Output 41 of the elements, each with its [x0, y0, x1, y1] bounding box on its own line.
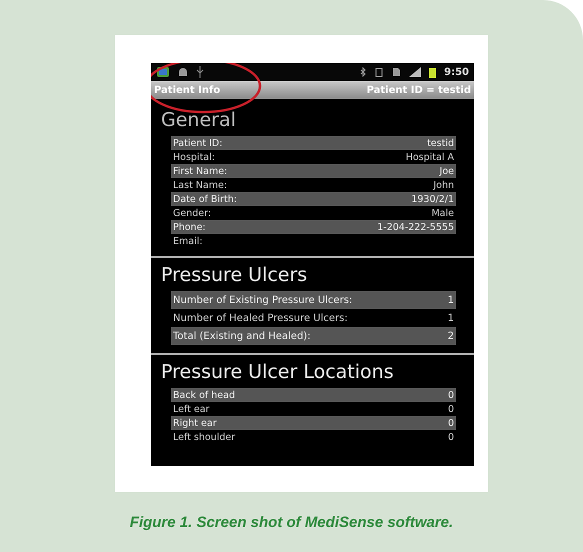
- clock-time: 9:50: [444, 66, 469, 78]
- field-label: Total (Existing and Healed):: [173, 330, 311, 342]
- field-value: 2: [448, 330, 454, 342]
- field-value: 1-204-222-5555: [377, 222, 454, 232]
- field-value: 0: [448, 390, 454, 400]
- field-label: Last Name:: [173, 180, 228, 190]
- field-value: 1: [448, 294, 454, 306]
- field-label: Gender:: [173, 208, 212, 218]
- signal-icon: [409, 67, 422, 77]
- usb-icon: [196, 66, 204, 78]
- field-label: Date of Birth:: [173, 194, 237, 204]
- field-value: 0: [448, 404, 454, 414]
- section-heading: Pressure Ulcer Locations: [160, 361, 395, 383]
- field-label: Number of Healed Pressure Ulcers:: [173, 312, 348, 324]
- field-value: Hospital A: [406, 152, 454, 162]
- screen-title: Patient Info: [154, 84, 220, 96]
- section-heading: General: [160, 109, 237, 131]
- field-label: Left shoulder: [173, 432, 236, 442]
- field-label: Number of Existing Pressure Ulcers:: [173, 294, 352, 306]
- section-heading: Pressure Ulcers: [160, 264, 308, 286]
- field-value: testid: [427, 138, 454, 148]
- field-value: John: [433, 180, 454, 190]
- field-label: Patient ID:: [173, 138, 222, 148]
- sim-icon: [392, 67, 402, 77]
- field-label: First Name:: [173, 166, 228, 176]
- field-label: Phone:: [173, 222, 206, 232]
- field-label: Back of head: [173, 390, 235, 400]
- bluetooth-icon: [360, 67, 366, 77]
- field-label: Right ear: [173, 418, 217, 428]
- field-value: 0: [448, 418, 454, 428]
- battery-icon: [429, 66, 436, 78]
- field-value: Male: [431, 208, 454, 218]
- patient-id-label: Patient ID = testid: [366, 84, 471, 96]
- field-label: Left ear: [173, 404, 210, 414]
- field-label: Hospital:: [173, 152, 215, 162]
- field-value: 0: [448, 432, 454, 442]
- field-value: 1: [448, 312, 454, 324]
- field-value: 1930/2/1: [411, 194, 454, 204]
- figure-caption: Figure 1. Screen shot of MediSense software.: [128, 514, 454, 531]
- field-label: Email:: [173, 236, 203, 246]
- field-value: Joe: [440, 166, 454, 176]
